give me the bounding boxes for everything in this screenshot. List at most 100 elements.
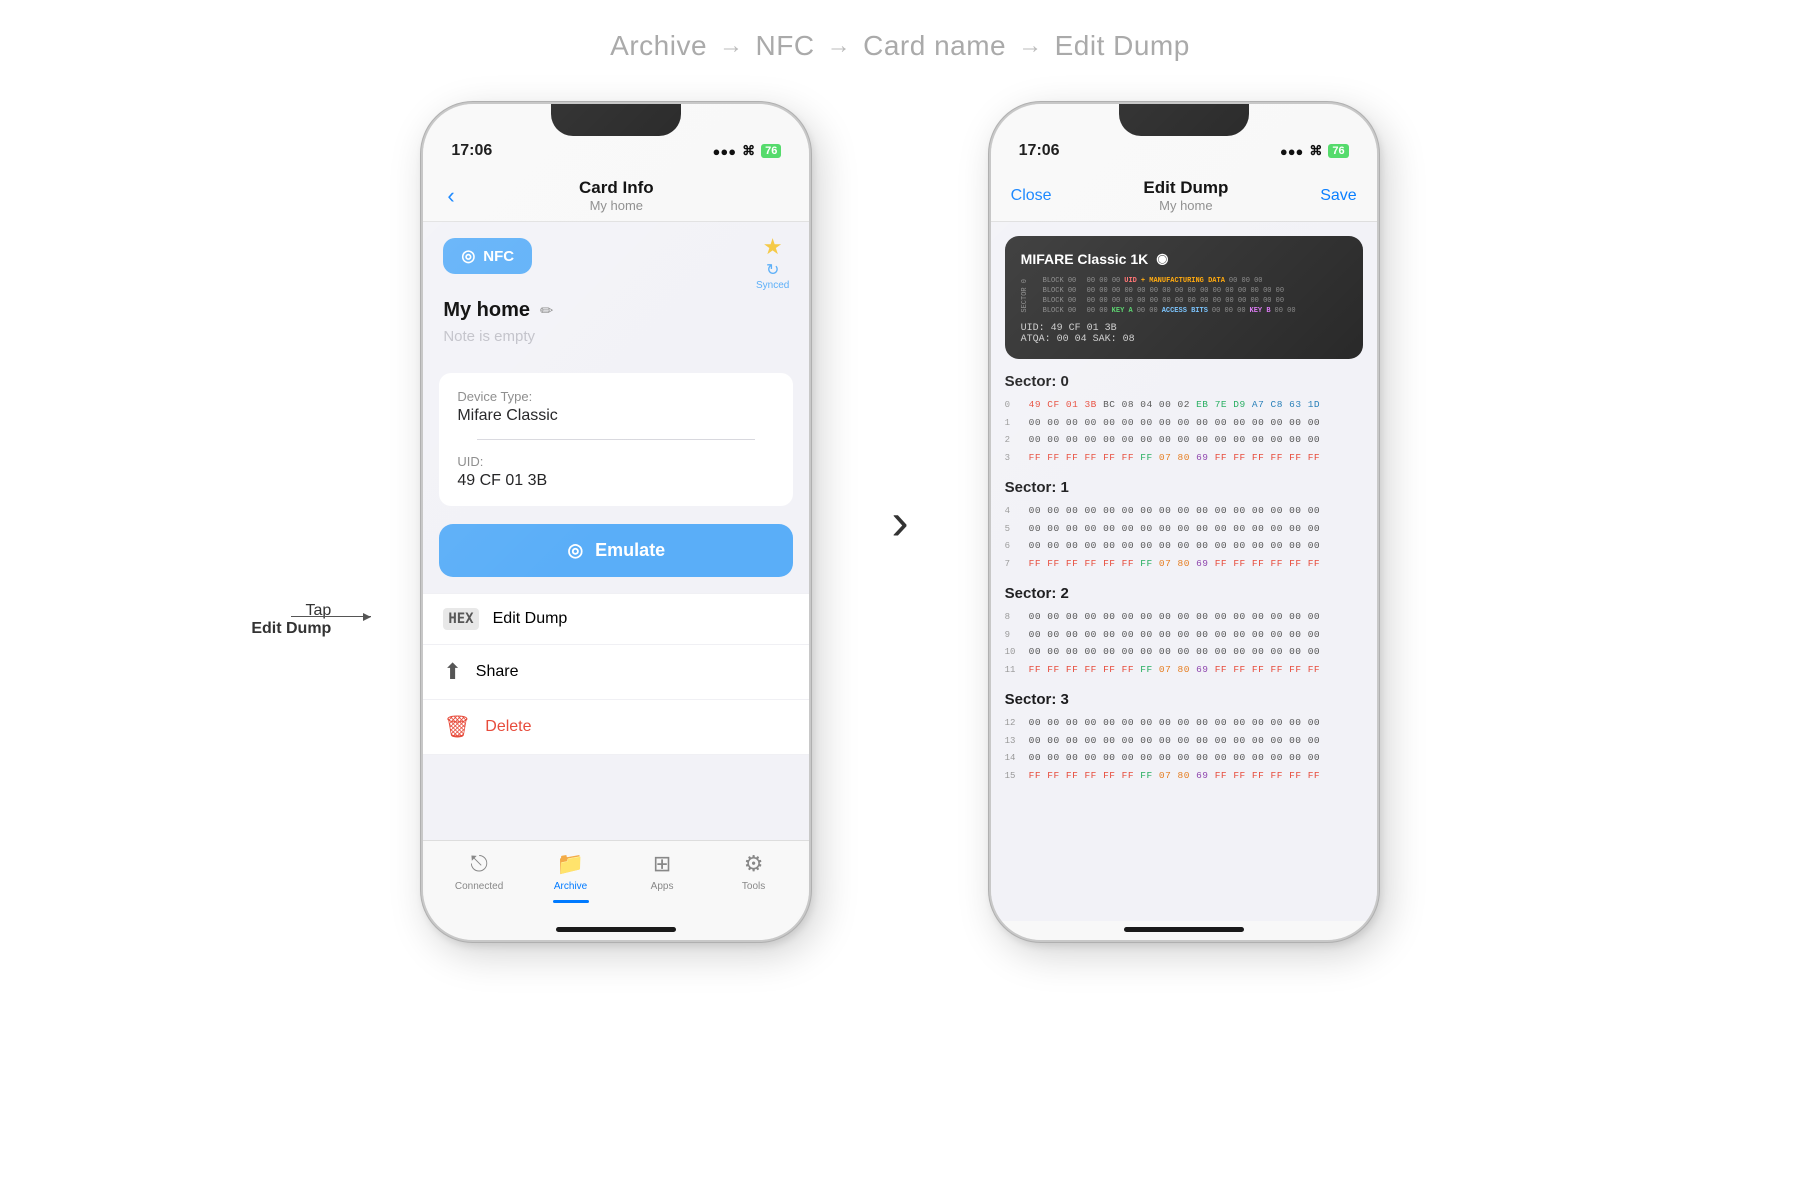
arrow-1: → [719,32,744,60]
back-button[interactable]: ‹ [443,179,493,213]
breadcrumb-editdump: Edit Dump [1055,30,1190,62]
sector-0-title: Sector: 0 [1005,373,1363,390]
sector-1-rows: 4 00 00 00 00 00 00 00 00 00 00 00 00 00… [1005,504,1363,571]
row-data-14: 00 00 00 00 00 00 00 00 00 00 00 00 00 0… [1029,751,1320,765]
arrow-between: › [891,492,908,552]
arrow-2: → [827,32,852,60]
breadcrumb: Archive → NFC → Card name → Edit Dump [610,30,1190,62]
nfc-tag[interactable]: ◎ NFC [443,238,532,274]
row-num-6: 6 [1005,539,1021,554]
dump-row-0: 0 49 CF 01 3B BC 08 04 00 02 EB 7E D9 A7… [1005,398,1363,413]
signal-icon: ●●● [713,144,737,159]
tab-tools[interactable]: ⚙ Tools [724,851,784,903]
wifi-icon2: ⌘ [1309,143,1322,159]
row-data-1: 00 00 00 00 00 00 00 00 00 00 00 00 00 0… [1029,416,1320,430]
tab-apps-label: Apps [651,881,674,892]
annotation: Tap Edit Dump [251,602,331,638]
uid-label: UID: [457,454,775,469]
info-card: Device Type: Mifare Classic UID: 49 CF 0… [439,373,793,506]
emulate-button[interactable]: ◎ Emulate [439,524,793,577]
card-name-row: My home ✏ [423,291,809,326]
star-icon: ★ [763,234,783,260]
sector-container[interactable]: Sector: 0 0 49 CF 01 3B BC 08 04 00 02 E… [991,359,1377,921]
sector-label: SECTOR 0 [1021,279,1037,313]
dump-row-9: 9 00 00 00 00 00 00 00 00 00 00 00 00 00… [1005,628,1363,643]
apps-icon: ⊞ [653,851,671,877]
sector-1-title: Sector: 1 [1005,479,1363,496]
mifare-card: MIFARE Classic 1K ◉ SECTOR 0 BLOCK 00 00… [1005,236,1363,359]
dump-row-15: 15 FF FF FF FF FF FF FF 07 80 69 FF FF F… [1005,769,1363,784]
delete-action[interactable]: 🗑 Delete [423,700,809,755]
dump-row-5: 5 00 00 00 00 00 00 00 00 00 00 00 00 00… [1005,522,1363,537]
emulate-label: Emulate [595,540,665,561]
row-data-11: FF FF FF FF FF FF FF 07 80 69 FF FF FF F… [1029,663,1320,677]
wifi-icon: ⌘ [742,143,755,159]
sector-0-rows: 0 49 CF 01 3B BC 08 04 00 02 EB 7E D9 A7… [1005,398,1363,465]
tab-active-indicator [553,900,589,903]
silent-btn2 [989,194,991,222]
row-num-14: 14 [1005,751,1021,766]
status-icons: ●●● ⌘ 76 [713,143,782,159]
home-bar2 [1124,927,1244,932]
row-data-4: 00 00 00 00 00 00 00 00 00 00 00 00 00 0… [1029,504,1320,518]
device-type-value: Mifare Classic [457,407,775,425]
close-button[interactable]: Close [1011,187,1052,205]
device-type-row: Device Type: Mifare Classic [457,389,775,425]
row-data-9: 00 00 00 00 00 00 00 00 00 00 00 00 00 0… [1029,628,1320,642]
row-num-11: 11 [1005,663,1021,678]
row-num-5: 5 [1005,522,1021,537]
row-num-0: 0 [1005,398,1021,413]
mifare-title: MIFARE Classic 1K ◉ [1021,250,1347,267]
tools-icon: ⚙ [744,851,764,877]
nav-bar: ‹ Card Info My home [423,168,809,222]
synced-badge: ★ ↻ Synced [756,234,789,291]
atqa-line: ATQA: 00 04 SAK: 08 [1021,334,1347,345]
battery-icon2: 76 [1328,144,1348,158]
edit-icon[interactable]: ✏ [540,301,553,321]
row-num-10: 10 [1005,645,1021,660]
share-action[interactable]: ⬆ Share [423,645,809,700]
dump-row-10: 10 00 00 00 00 00 00 00 00 00 00 00 00 0… [1005,645,1363,660]
vol-down-btn2 [989,274,991,309]
dump-row-8: 8 00 00 00 00 00 00 00 00 00 00 00 00 00… [1005,610,1363,625]
edit-dump-icon: HEX [443,608,478,630]
synced-icon: ↻ [766,260,779,280]
row-data-13: 00 00 00 00 00 00 00 00 00 00 00 00 00 0… [1029,734,1320,748]
time2: 17:06 [1019,142,1060,160]
delete-icon: 🗑 [443,714,471,740]
phone-screen: ◎ NFC ★ ↻ Synced My home ✏ Note is empty [423,222,809,840]
phone-card-info: 17:06 ●●● ⌘ 76 ‹ Card Info My home [421,102,811,942]
row-num-12: 12 [1005,716,1021,731]
uid-line: UID: 49 CF 01 3B [1021,323,1347,334]
device-type-label: Device Type: [457,389,775,404]
row-num-1: 1 [1005,416,1021,431]
row-data-6: 00 00 00 00 00 00 00 00 00 00 00 00 00 0… [1029,539,1320,553]
notch2 [1119,104,1249,136]
tab-tools-label: Tools [742,881,765,892]
row-num-4: 4 [1005,504,1021,519]
sector-2-rows: 8 00 00 00 00 00 00 00 00 00 00 00 00 00… [1005,610,1363,677]
uid-row: UID: 49 CF 01 3B [457,454,775,490]
edit-dump-title-sub: My home [1143,198,1228,213]
dump-row-11: 11 FF FF FF FF FF FF FF 07 80 69 FF FF F… [1005,663,1363,678]
arrow-3: → [1018,32,1043,60]
tab-apps[interactable]: ⊞ Apps [632,851,692,903]
tab-connected[interactable]: ⎋ Connected [449,851,509,903]
synced-label: Synced [756,280,789,291]
signal-icon2: ●●● [1280,144,1304,159]
row-data-10: 00 00 00 00 00 00 00 00 00 00 00 00 00 0… [1029,645,1320,659]
delete-label: Delete [485,718,531,736]
dump-row-1: 1 00 00 00 00 00 00 00 00 00 00 00 00 00… [1005,416,1363,431]
edit-dump-action[interactable]: HEX Edit Dump [423,593,809,645]
tab-archive[interactable]: 📁 Archive [541,851,601,903]
row-data-15: FF FF FF FF FF FF FF 07 80 69 FF FF FF F… [1029,769,1320,783]
dump-row-13: 13 00 00 00 00 00 00 00 00 00 00 00 00 0… [1005,734,1363,749]
dump-row-14: 14 00 00 00 00 00 00 00 00 00 00 00 00 0… [1005,751,1363,766]
row-data-0: 49 CF 01 3B BC 08 04 00 02 EB 7E D9 A7 C… [1029,398,1320,412]
row-num-7: 7 [1005,557,1021,572]
edit-dump-label: Edit Dump [493,610,568,628]
home-indicator [423,921,809,940]
annotation-edit-dump: Edit Dump [251,620,331,638]
breadcrumb-archive: Archive [610,30,707,62]
save-button[interactable]: Save [1320,187,1356,205]
